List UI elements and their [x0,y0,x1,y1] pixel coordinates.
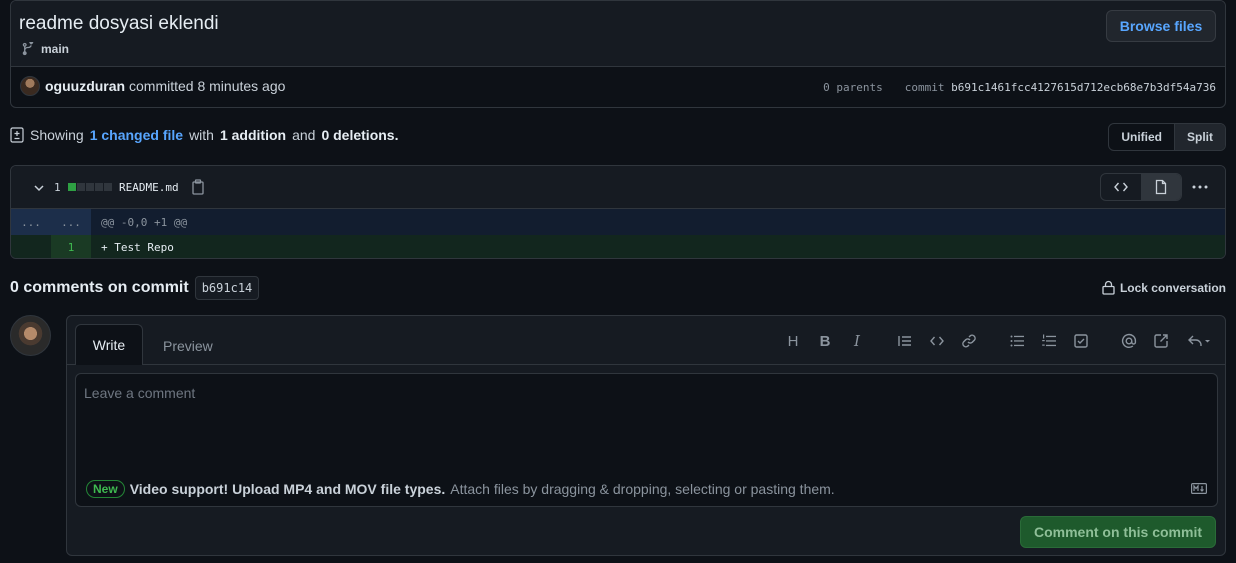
link-icon [962,334,976,348]
hunk-expand-left[interactable]: ... [11,209,51,235]
list-ordered-icon [1042,334,1056,347]
deletions-count: 0 deletions. [321,127,399,143]
diff-view-toggle: Unified Split [1108,123,1226,151]
rich-view-button[interactable] [1141,174,1181,200]
file-diff-header: 1 README.md [11,166,1225,209]
added-line-row: 1 + Test Repo [11,235,1225,258]
cross-reference-icon [1154,334,1168,348]
task-list-button[interactable] [1072,332,1090,350]
comments-heading: 0 comments on commit b691c14 [10,276,260,300]
comment-form: Write Preview H B I Leave a comment New … [66,315,1226,556]
commit-header: readme dosyasi eklendi main Browse files… [10,0,1226,108]
unified-button[interactable]: Unified [1109,124,1174,150]
branch-name: main [41,42,70,56]
diff-line-count: 1 [54,181,61,194]
code-view-button[interactable] [1101,174,1141,200]
hunk-expand-right[interactable]: ... [51,209,91,235]
added-line-code: + Test Repo [101,240,174,254]
new-badge: New [86,480,125,498]
split-button[interactable]: Split [1174,124,1225,150]
file-name[interactable]: README.md [119,181,179,194]
lock-label: Lock conversation [1119,280,1226,295]
commit-sha-line: commit b691c1461fcc4127615d712ecb68e7b3d… [905,81,1216,94]
file-diff-icon [10,127,24,143]
code-button[interactable] [928,332,946,350]
author-avatar[interactable] [20,76,40,96]
added-line-number[interactable]: 1 [51,235,91,258]
file-icon [1155,179,1167,195]
comment-tabs: Write Preview H B I [67,316,1225,365]
showing-label: Showing [30,127,84,143]
markdown-icon[interactable] [1191,483,1207,494]
attach-hint: Attach files by dragging & dropping, sel… [450,481,835,497]
bold-button[interactable]: B [816,332,834,350]
changed-files-link[interactable]: 1 changed file [90,127,183,143]
code-icon [930,336,944,346]
comment-submit-button[interactable]: Comment on this commit [1020,516,1216,548]
markdown-toolbar: H B I [67,332,1225,352]
committed-time: committed 8 minutes ago [129,78,286,94]
commit-title-bar: readme dosyasi eklendi main Browse files [11,1,1225,67]
commit-label: commit [904,81,945,94]
comments-count: 0 comments on commit [10,279,189,296]
hunk-header: @@ -0,0 +1 @@ [101,215,188,229]
lock-icon [1102,280,1115,295]
file-view-toggle [1100,173,1182,201]
commit-sha: b691c1461fcc4127615d712ecb68e7b3df54a736 [951,81,1216,94]
browse-files-button[interactable]: Browse files [1106,10,1216,42]
commit-title: readme dosyasi eklendi [19,13,219,34]
mention-icon [1121,333,1137,349]
with-label: with [189,127,214,143]
author-line: oguuzduran committed 8 minutes ago [45,78,285,94]
copy-icon[interactable] [191,179,205,195]
short-sha-badge: b691c14 [194,276,260,300]
current-user-avatar[interactable] [10,315,51,356]
comment-input[interactable]: Leave a comment [75,373,1218,473]
lock-conversation-button[interactable]: Lock conversation [1102,280,1226,295]
reference-button[interactable] [1152,332,1170,350]
ordered-list-button[interactable] [1040,332,1058,350]
and-label: and [292,127,316,143]
quote-icon [898,336,911,346]
checkbox-icon [1074,334,1088,348]
unordered-list-button[interactable] [1008,332,1026,350]
commit-meta: 0 parents commit b691c1461fcc4127615d712… [823,81,1216,94]
author-name[interactable]: oguuzduran [45,78,125,94]
diffstat-bar [68,183,112,191]
attach-files-bar[interactable]: New Video support! Upload MP4 and MOV fi… [75,472,1218,507]
commit-author-bar: oguuzduran committed 8 minutes ago 0 par… [11,67,1225,107]
diff-summary: Showing 1 changed file with 1 addition a… [10,127,398,143]
list-unordered-icon [1010,335,1024,347]
quote-button[interactable] [896,332,914,350]
parents-count: 0 parents [823,81,883,94]
video-support-text: Video support! Upload MP4 and MOV file t… [129,481,446,497]
reply-icon [1188,335,1210,346]
chevron-down-icon[interactable] [33,182,45,194]
kebab-menu-icon[interactable] [1191,178,1209,196]
additions-count: 1 addition [219,127,287,143]
branch-icon [22,42,34,56]
reply-menu-button[interactable] [1184,332,1214,350]
heading-button[interactable]: H [784,332,802,350]
branch-indicator[interactable]: main [21,42,69,56]
code-icon [1114,182,1128,192]
mention-button[interactable] [1120,332,1138,350]
file-diff: 1 README.md ... ... @@ -0,0 +1 @@ 1 + Te… [10,165,1226,259]
hunk-header-row: ... ... @@ -0,0 +1 @@ [11,209,1225,235]
link-button[interactable] [960,332,978,350]
italic-button[interactable]: I [848,332,866,350]
